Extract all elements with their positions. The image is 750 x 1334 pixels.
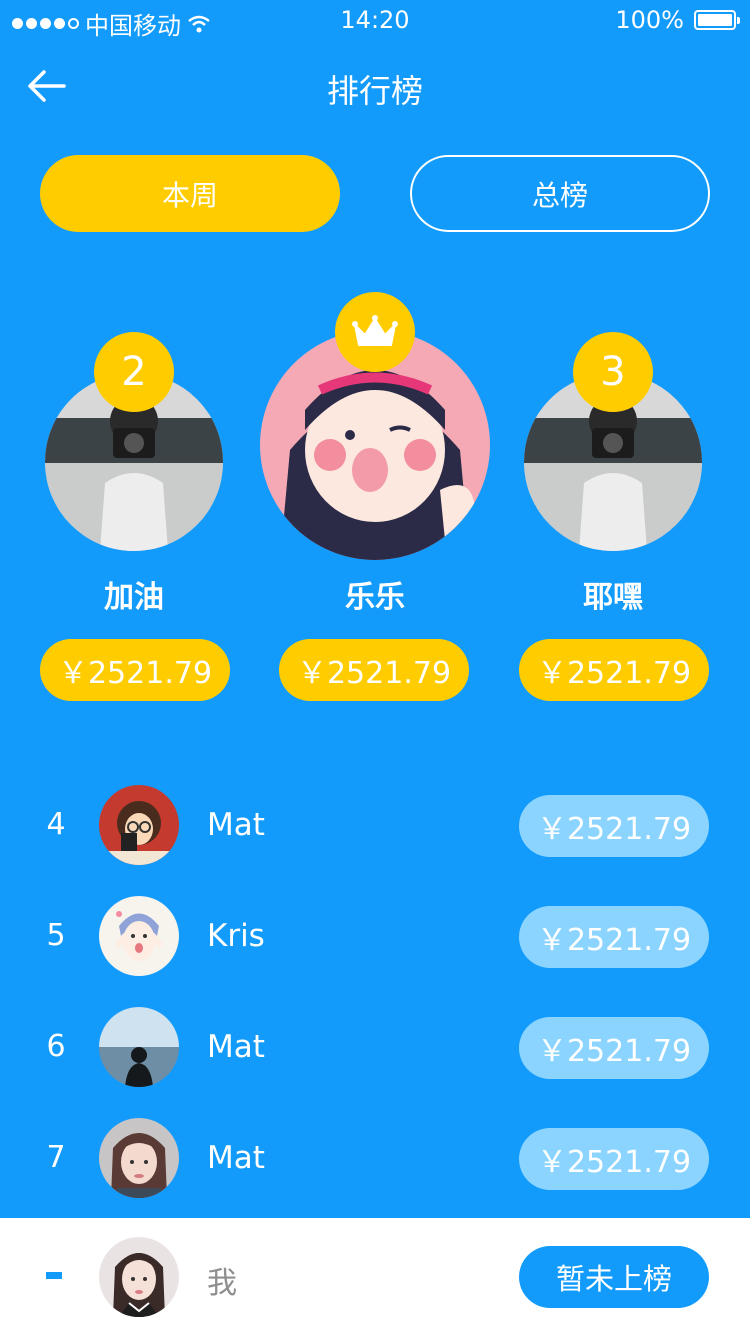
podium-name-rank-3: 耶嘿: [583, 580, 643, 615]
podium-amount-rank-1: ￥2521.79: [279, 639, 469, 701]
my-avatar[interactable]: [99, 1237, 179, 1317]
page-title: 排行榜: [326, 72, 423, 110]
battery-icon: [694, 10, 740, 30]
my-rank-bar: 我 暂未上榜: [0, 1218, 750, 1334]
rank-badge-3: 3: [573, 332, 653, 412]
my-name: 我: [207, 1266, 237, 1301]
list-amount: ￥2521.79: [519, 1017, 709, 1079]
podium-amount-rank-2: ￥2521.79: [40, 639, 230, 701]
list-name: Kris: [207, 918, 265, 954]
tab-overall[interactable]: 总榜: [410, 155, 710, 232]
list-rank: 6: [46, 1029, 66, 1064]
list-name: Mat: [207, 1029, 265, 1065]
list-item[interactable]: 7 Mat ￥2521.79: [0, 1118, 750, 1229]
battery-percent: 100%: [615, 6, 684, 34]
list-item[interactable]: 6 Mat ￥2521.79: [0, 1007, 750, 1118]
unranked-dash: [46, 1272, 62, 1279]
list-name: Mat: [207, 807, 265, 843]
ranking-list: 4 Mat ￥2521.79 5 Kris ￥2521.79 6 Mat ￥25…: [0, 785, 750, 1229]
status-bar: 中国移动 14:20 100%: [0, 0, 750, 40]
status-right: 100%: [615, 6, 740, 34]
list-amount: ￥2521.79: [519, 906, 709, 968]
list-amount: ￥2521.79: [519, 795, 709, 857]
avatar: [99, 1007, 179, 1087]
podium-amount-rank-3: ￥2521.79: [519, 639, 709, 701]
unranked-status-button[interactable]: 暂未上榜: [519, 1246, 709, 1308]
list-rank: 4: [46, 807, 66, 842]
battery-fill: [698, 14, 732, 26]
podium-name-rank-2: 加油: [104, 580, 164, 615]
list-rank: 5: [46, 918, 66, 953]
rank-badge-2: 2: [94, 332, 174, 412]
list-name: Mat: [207, 1140, 265, 1176]
list-item[interactable]: 5 Kris ￥2521.79: [0, 896, 750, 1007]
list-item[interactable]: 4 Mat ￥2521.79: [0, 785, 750, 896]
list-rank: 7: [46, 1140, 66, 1175]
crown-badge: [335, 292, 415, 372]
avatar: [99, 896, 179, 976]
avatar: [99, 1118, 179, 1198]
tab-this-week[interactable]: 本周: [40, 155, 340, 232]
podium-name-rank-1: 乐乐: [345, 580, 405, 615]
list-amount: ￥2521.79: [519, 1128, 709, 1190]
crown-icon: [352, 315, 398, 346]
nav-bar: 排行榜: [0, 56, 750, 116]
avatar: [99, 785, 179, 865]
